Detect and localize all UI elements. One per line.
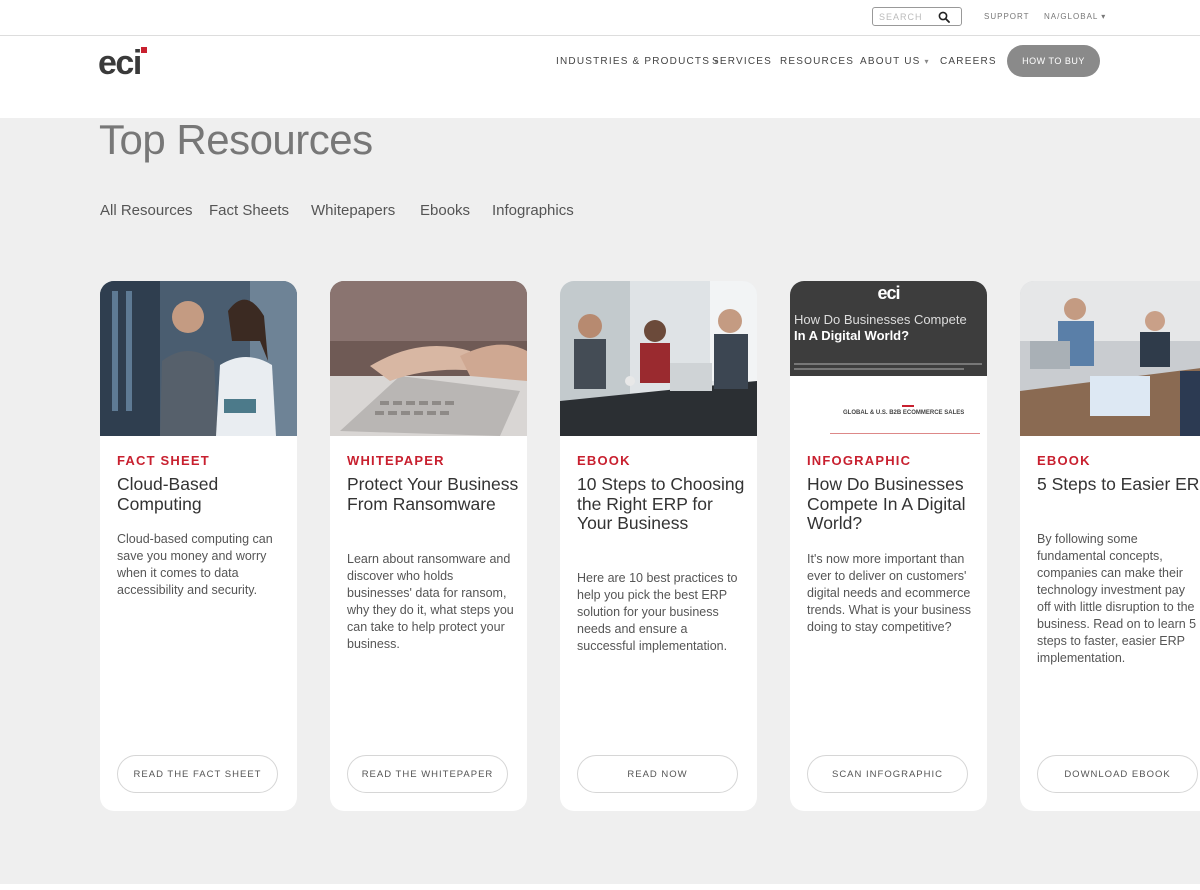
- chevron-down-icon: ▾: [924, 57, 930, 66]
- resource-card-fact-sheet[interactable]: FACT SHEET Cloud-Based Computing Cloud-b…: [100, 281, 297, 811]
- card-image: [560, 281, 757, 436]
- infographic-fine-print: [794, 368, 964, 370]
- nav-about-us[interactable]: ABOUT US ▾: [860, 56, 930, 67]
- scan-infographic-button[interactable]: SCAN INFOGRAPHIC: [807, 755, 968, 793]
- filter-infographics[interactable]: Infographics: [492, 202, 574, 219]
- infographic-divider: [830, 433, 980, 434]
- infographic-logo: eci: [877, 283, 900, 303]
- utility-bar: SUPPORT NA/GLOBAL ▾: [0, 0, 1200, 36]
- card-description: Cloud-based computing can save you money…: [117, 532, 273, 597]
- eci-logo[interactable]: eci: [98, 46, 158, 82]
- card-category: EBOOK: [1037, 453, 1091, 468]
- infographic-title-line-2: In A Digital World?: [794, 328, 910, 343]
- card-image: [100, 281, 297, 436]
- page-title: Top Resources: [99, 116, 373, 163]
- card-description: Learn about ransomware and discover who …: [347, 552, 514, 651]
- card-category: EBOOK: [577, 453, 631, 468]
- card-description: By following some fundamental concepts, …: [1037, 532, 1197, 665]
- card-image: [330, 281, 527, 436]
- card-description: Here are 10 best practices to help you p…: [577, 571, 738, 653]
- filter-all-resources[interactable]: All Resources: [100, 202, 193, 219]
- read-fact-sheet-button[interactable]: READ THE FACT SHEET: [117, 755, 278, 793]
- read-now-button[interactable]: READ NOW: [577, 755, 738, 793]
- card-title[interactable]: 5 Steps to Easier ERP Implementations: [1037, 474, 1200, 495]
- region-selector[interactable]: NA/GLOBAL ▾: [1044, 12, 1106, 21]
- card-description: It's now more important than ever to del…: [807, 552, 971, 634]
- nav-resources[interactable]: RESOURCES: [780, 56, 854, 67]
- infographic-accent-bar: [902, 405, 914, 407]
- search-input[interactable]: [879, 10, 937, 23]
- resource-card-whitepaper[interactable]: WHITEPAPER Protect Your Business From Ra…: [330, 281, 527, 811]
- card-image: eci How Do Businesses Compete In A Digit…: [790, 281, 987, 436]
- infographic-fine-print: [794, 363, 982, 365]
- download-ebook-button[interactable]: DOWNLOAD EBOOK: [1037, 755, 1198, 793]
- card-title[interactable]: How Do Businesses Compete In A Digital W…: [807, 474, 979, 534]
- card-category: FACT SHEET: [117, 453, 210, 468]
- card-image: [1020, 281, 1200, 436]
- filter-fact-sheets[interactable]: Fact Sheets: [209, 202, 289, 219]
- infographic-subtitle: GLOBAL & U.S. B2B ECOMMERCE SALES: [843, 410, 965, 416]
- filter-ebooks[interactable]: Ebooks: [420, 202, 470, 219]
- resource-card-ebook-erp[interactable]: EBOOK 10 Steps to Choosing the Right ERP…: [560, 281, 757, 811]
- resource-card-infographic[interactable]: eci How Do Businesses Compete In A Digit…: [790, 281, 987, 811]
- card-category: WHITEPAPER: [347, 453, 445, 468]
- nav-industries-label: INDUSTRIES & PRODUCTS: [556, 56, 711, 67]
- nav-industries-products[interactable]: INDUSTRIES & PRODUCTS ▾: [556, 56, 719, 67]
- footer-strip: [0, 884, 1200, 890]
- card-title[interactable]: 10 Steps to Choosing the Right ERP for Y…: [577, 474, 749, 534]
- card-title[interactable]: Protect Your Business From Ransomware: [347, 474, 519, 514]
- card-title[interactable]: Cloud-Based Computing: [117, 474, 289, 514]
- card-category: INFOGRAPHIC: [807, 453, 912, 468]
- filter-whitepapers[interactable]: Whitepapers: [311, 202, 395, 219]
- how-to-buy-button[interactable]: HOW TO BUY: [1007, 45, 1100, 77]
- search-box[interactable]: [872, 7, 962, 26]
- search-icon[interactable]: [938, 11, 950, 23]
- nav-about-label: ABOUT US: [860, 56, 921, 67]
- resource-card-ebook-implementations[interactable]: EBOOK 5 Steps to Easier ERP Implementati…: [1020, 281, 1200, 811]
- nav-services[interactable]: SERVICES: [712, 56, 772, 67]
- svg-text:eci: eci: [98, 46, 141, 82]
- infographic-title-line-1: How Do Businesses Compete: [794, 312, 967, 327]
- support-link[interactable]: SUPPORT: [984, 12, 1030, 21]
- nav-careers[interactable]: CAREERS: [940, 56, 997, 67]
- read-whitepaper-button[interactable]: READ THE WHITEPAPER: [347, 755, 508, 793]
